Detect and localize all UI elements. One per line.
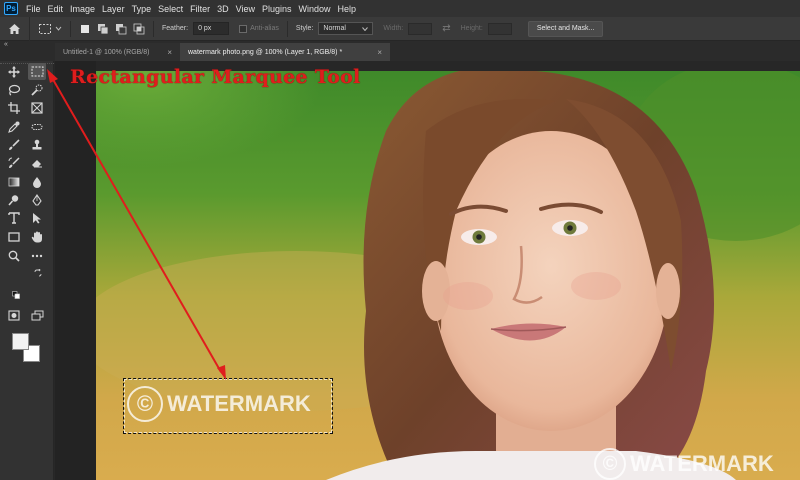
path-selection-tool-icon[interactable] [28, 209, 46, 226]
menu-plugins[interactable]: Plugins [262, 4, 292, 14]
checkbox-box [239, 24, 248, 33]
brush-tool-icon[interactable] [5, 136, 23, 153]
selection-mode-group [79, 23, 145, 35]
options-bar: Feather: 0 px Anti-alias Style: Normal W… [0, 16, 800, 41]
width-input[interactable] [408, 22, 433, 35]
close-icon[interactable]: × [377, 48, 382, 57]
divider [286, 20, 288, 37]
photoshop-logo: Ps [4, 2, 18, 15]
menu-help[interactable]: Help [338, 4, 357, 14]
zoom-tool-icon[interactable] [5, 247, 23, 264]
height-label: Height: [460, 25, 483, 32]
watermark-text: WATERMARK [630, 451, 774, 476]
dodge-tool-icon[interactable] [5, 191, 23, 208]
clone-stamp-tool-icon[interactable] [28, 136, 46, 153]
chevron-down-icon [362, 26, 369, 31]
menu-edit[interactable]: Edit [48, 4, 64, 14]
collapse-panels-icon[interactable]: « [4, 41, 8, 48]
screen-mode-icon[interactable] [28, 307, 46, 324]
new-selection-icon[interactable] [79, 23, 91, 35]
feather-input[interactable]: 0 px [193, 22, 230, 35]
more-tools-icon[interactable] [28, 247, 46, 264]
menu-type[interactable]: Type [132, 4, 152, 14]
eyedropper-tool-icon[interactable] [5, 118, 23, 135]
annotation-label: Rectangular Marquee Tool [70, 66, 361, 88]
rectangle-tool-icon[interactable] [5, 228, 23, 245]
menu-file[interactable]: File [26, 4, 41, 14]
tab-untitled-1[interactable]: Untitled-1 @ 100% (RGB/8) × [55, 43, 180, 61]
copyright-icon: © [594, 448, 626, 480]
divider [153, 20, 154, 37]
tools-panel [0, 61, 54, 480]
subtract-from-selection-icon[interactable] [115, 23, 127, 35]
close-icon[interactable]: × [167, 48, 172, 57]
hand-tool-icon[interactable] [28, 228, 46, 245]
add-to-selection-icon[interactable] [97, 23, 109, 35]
menu-bar: Ps File Edit Image Layer Type Select Fil… [0, 0, 800, 17]
lasso-tool-icon[interactable] [5, 81, 23, 98]
blur-tool-icon[interactable] [28, 173, 46, 190]
intersect-selection-icon[interactable] [133, 23, 145, 35]
menu-image[interactable]: Image [70, 4, 95, 14]
menu-view[interactable]: View [236, 4, 255, 14]
watermark-corner: © WATERMARK [594, 448, 774, 480]
feather-label: Feather: [162, 25, 189, 32]
chevron-down-icon [55, 26, 62, 31]
marquee-preset-icon [39, 23, 51, 34]
quick-mask-icon[interactable] [5, 307, 23, 324]
swap-colors-icon[interactable] [33, 268, 43, 278]
marquee-selection[interactable] [123, 378, 333, 434]
menu-window[interactable]: Window [299, 4, 331, 14]
tool-preset-picker[interactable] [38, 23, 62, 35]
type-tool-icon[interactable] [5, 209, 23, 226]
foreground-color-swatch[interactable] [12, 333, 29, 350]
document-tabs: « Untitled-1 @ 100% (RGB/8) × watermark … [0, 41, 800, 61]
spot-healing-brush-icon[interactable] [28, 118, 46, 135]
tab-watermark-photo[interactable]: watermark photo.png @ 100% (Layer 1, RGB… [180, 43, 390, 61]
divider [70, 20, 71, 37]
default-colors-icon[interactable] [11, 290, 20, 299]
swap-icon[interactable]: ⇄ [442, 23, 450, 34]
style-label: Style: [295, 25, 314, 32]
style-select[interactable]: Normal [318, 22, 374, 35]
quick-selection-tool-icon[interactable] [28, 81, 46, 98]
pen-tool-icon[interactable] [28, 191, 46, 208]
frame-tool-icon[interactable] [28, 99, 46, 116]
crop-tool-icon[interactable] [5, 99, 23, 116]
style-value: Normal [323, 25, 346, 32]
history-brush-tool-icon[interactable] [5, 154, 23, 171]
eraser-tool-icon[interactable] [28, 154, 46, 171]
height-input[interactable] [487, 22, 512, 35]
tab-label: watermark photo.png @ 100% (Layer 1, RGB… [188, 48, 343, 56]
rectangular-marquee-tool-icon[interactable] [28, 63, 46, 80]
anti-alias-label: Anti-alias [250, 25, 279, 32]
move-tool-icon[interactable] [5, 63, 23, 80]
anti-alias-checkbox[interactable]: Anti-alias [239, 24, 279, 33]
menu-filter[interactable]: Filter [190, 4, 210, 14]
menu-select[interactable]: Select [158, 4, 183, 14]
menu-3d[interactable]: 3D [217, 4, 229, 14]
home-icon[interactable] [0, 16, 30, 41]
tab-label: Untitled-1 @ 100% (RGB/8) [63, 48, 150, 56]
menu-layer[interactable]: Layer [102, 4, 125, 14]
canvas-pasteboard [55, 61, 96, 480]
gradient-tool-icon[interactable] [5, 173, 23, 190]
width-label: Width: [383, 25, 404, 32]
select-and-mask-button[interactable]: Select and Mask... [527, 20, 604, 37]
